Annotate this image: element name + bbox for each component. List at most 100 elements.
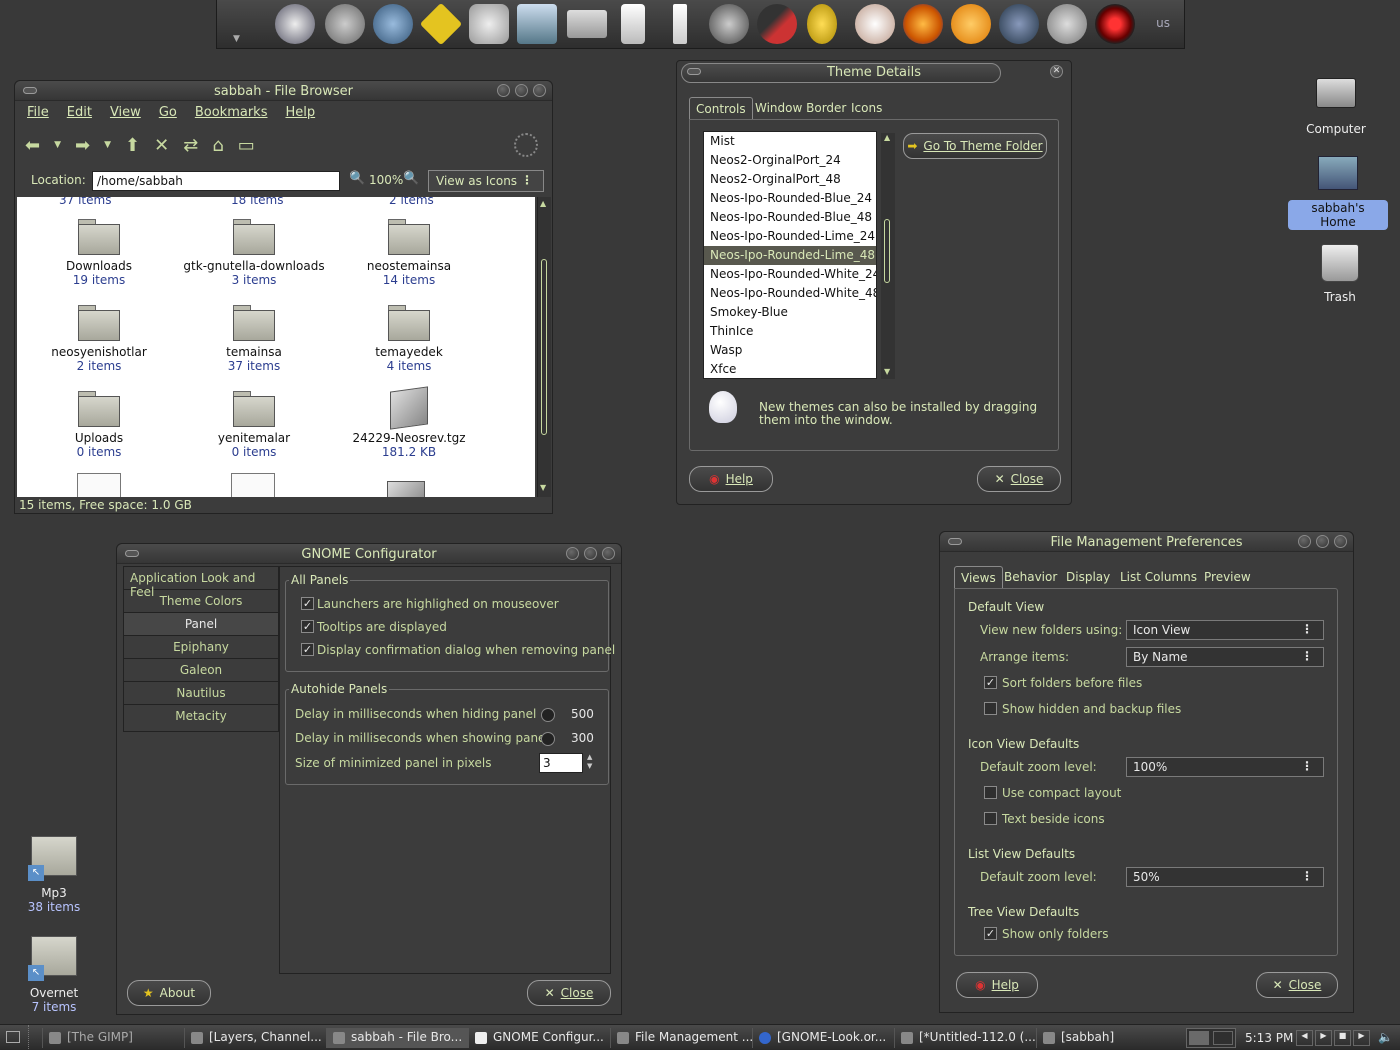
menu-view[interactable]: View: [110, 105, 141, 123]
file-item[interactable]: yenitemalar 0 items: [194, 391, 314, 459]
list-item[interactable]: Smokey-Blue: [704, 303, 876, 322]
desktop-overnet[interactable]: ↖ Overnet 7 items: [14, 936, 94, 1014]
monitor-icon[interactable]: [517, 4, 557, 44]
file-item[interactable]: gtk-gnutella-downloads 3 items: [183, 219, 325, 287]
close-button[interactable]: ✕ Close: [977, 466, 1061, 492]
knob-icon[interactable]: [541, 708, 555, 722]
checkbox[interactable]: ✓: [301, 643, 314, 656]
close-button[interactable]: ✕ Close: [527, 980, 611, 1006]
minimize-button[interactable]: [497, 84, 510, 97]
gaim-icon[interactable]: [807, 4, 837, 44]
scroll-thumb[interactable]: [884, 219, 890, 283]
view-as-select[interactable]: View as Icons ⋮: [428, 170, 544, 192]
list-zoom-select[interactable]: 50% ⋮: [1126, 867, 1324, 887]
tab-icons[interactable]: Icons: [845, 97, 888, 119]
location-input[interactable]: /home/sabbah: [92, 171, 340, 191]
checkbox[interactable]: [984, 786, 997, 799]
nav-item[interactable]: Application Look and Feel: [124, 567, 278, 599]
forward-menu-icon[interactable]: ▼: [104, 140, 111, 150]
arrange-select[interactable]: By Name ⋮: [1126, 647, 1324, 667]
close-button[interactable]: [1334, 535, 1347, 548]
ruler-icon[interactable]: [673, 4, 687, 44]
file-item[interactable]: neosyenishotlar 2 items: [39, 305, 159, 373]
checkbox[interactable]: ✓: [301, 597, 314, 610]
zoom-level[interactable]: 100%: [369, 173, 403, 187]
list-item[interactable]: Wasp: [704, 341, 876, 360]
list-item[interactable]: Mist: [704, 132, 876, 151]
spinner-arrows-icon[interactable]: ▲ ▼: [587, 753, 592, 771]
list-item[interactable]: Neos-Ipo-Rounded-White_24: [704, 265, 876, 284]
text-file-icon[interactable]: [77, 473, 121, 497]
desktop-computer[interactable]: Computer: [1296, 78, 1376, 136]
taskbar-item[interactable]: [GNOME-Look.or...: [752, 1028, 894, 1048]
file-item[interactable]: 24229-Neosrev.tgz 181.2 KB: [349, 386, 469, 459]
menu-help[interactable]: Help: [285, 105, 315, 123]
rabbit-icon[interactable]: [855, 4, 895, 44]
list-item[interactable]: Neos-Ipo-Rounded-Blue_24: [704, 189, 876, 208]
scroll-down-icon[interactable]: ▼: [540, 483, 546, 492]
nav-item[interactable]: Galeon: [124, 659, 278, 682]
list-item[interactable]: Neos-Ipo-Rounded-Blue_48: [704, 208, 876, 227]
list-item[interactable]: Xfce: [704, 360, 876, 378]
blender-icon[interactable]: [951, 4, 991, 44]
pen-icon[interactable]: [757, 4, 797, 44]
maximize-button[interactable]: [515, 84, 528, 97]
reload-icon[interactable]: ⇄: [183, 135, 198, 156]
scroll-down-icon[interactable]: ▼: [884, 367, 890, 376]
vertical-scrollbar[interactable]: ▲ ▼: [881, 133, 895, 379]
menu-bookmarks[interactable]: Bookmarks: [195, 105, 268, 123]
nav-item[interactable]: Nautilus: [124, 682, 278, 705]
panel-arrow-icon[interactable]: ▼: [233, 34, 240, 44]
checkbox[interactable]: [984, 702, 997, 715]
scroll-up-icon[interactable]: ▲: [540, 199, 546, 208]
stop-icon[interactable]: ✕: [154, 135, 169, 156]
go-to-theme-folder-button[interactable]: ➡ Go To Theme Folder: [903, 133, 1047, 159]
file-item[interactable]: Uploads 0 items: [39, 391, 159, 459]
forward-icon[interactable]: ➡: [75, 135, 90, 156]
taskbar-item[interactable]: [Layers, Channel...: [184, 1028, 326, 1048]
tab-window-border[interactable]: Window Border: [749, 97, 852, 119]
volume-icon[interactable]: 🔈: [1378, 1030, 1393, 1044]
knob-icon[interactable]: [541, 732, 555, 746]
desktop-mp3[interactable]: ↖ Mp3 38 items: [14, 836, 94, 914]
firefox-icon[interactable]: [903, 4, 943, 44]
taskbar-item[interactable]: [sabbah]: [1036, 1028, 1178, 1048]
mushroom-icon[interactable]: [325, 4, 365, 44]
list-item[interactable]: ThinIce: [704, 322, 876, 341]
help-button[interactable]: ◉ Help: [689, 466, 773, 492]
show-desktop-icon[interactable]: [6, 1031, 20, 1043]
tab-list-columns[interactable]: List Columns: [1114, 566, 1203, 588]
nav-item-active[interactable]: Panel: [124, 613, 278, 636]
file-item[interactable]: neostemainsa 14 items: [349, 219, 469, 287]
next-icon[interactable]: ▶: [1353, 1030, 1370, 1046]
list-item[interactable]: Neos2-OrginalPort_48: [704, 170, 876, 189]
taskbar-item-active[interactable]: sabbah - File Bro...: [326, 1028, 468, 1048]
new-folders-select[interactable]: Icon View ⋮: [1126, 620, 1324, 640]
desktop-trash[interactable]: Trash: [1300, 244, 1380, 304]
up-icon[interactable]: ⬆: [125, 135, 140, 156]
workspace-2[interactable]: [1213, 1031, 1233, 1045]
icon-view[interactable]: 37 items 18 items 2 items Downloads 19 i…: [17, 197, 535, 497]
home-icon[interactable]: ⌂: [212, 135, 223, 156]
file-item[interactable]: Downloads 19 items: [39, 219, 159, 287]
list-item[interactable]: Neos-Ipo-Rounded-White_48: [704, 284, 876, 303]
nav-item[interactable]: Metacity: [124, 705, 278, 728]
tab-views[interactable]: Views: [954, 566, 1003, 588]
desktop-home[interactable]: sabbah's Home: [1288, 156, 1388, 230]
checkbox[interactable]: ✓: [301, 620, 314, 633]
thunderbird-icon[interactable]: [373, 4, 413, 44]
scroll-up-icon[interactable]: ▲: [884, 133, 890, 142]
close-button[interactable]: ✕ Close: [1256, 972, 1338, 998]
archive-icon[interactable]: [387, 481, 425, 497]
back-icon[interactable]: ⬅: [25, 135, 40, 156]
scanner-icon[interactable]: [275, 4, 315, 44]
tab-preview[interactable]: Preview: [1198, 566, 1257, 588]
close-button[interactable]: ✕: [1050, 65, 1063, 78]
zoom-out-icon[interactable]: 🔍: [349, 171, 365, 186]
file-item[interactable]: temayedek 4 items: [349, 305, 469, 373]
maximize-button[interactable]: [1316, 535, 1329, 548]
minimize-button[interactable]: [566, 547, 579, 560]
help-icon[interactable]: [419, 2, 463, 46]
keyboard-layout[interactable]: us: [1156, 16, 1170, 30]
list-item-selected[interactable]: Neos-Ipo-Rounded-Lime_48: [704, 246, 876, 265]
